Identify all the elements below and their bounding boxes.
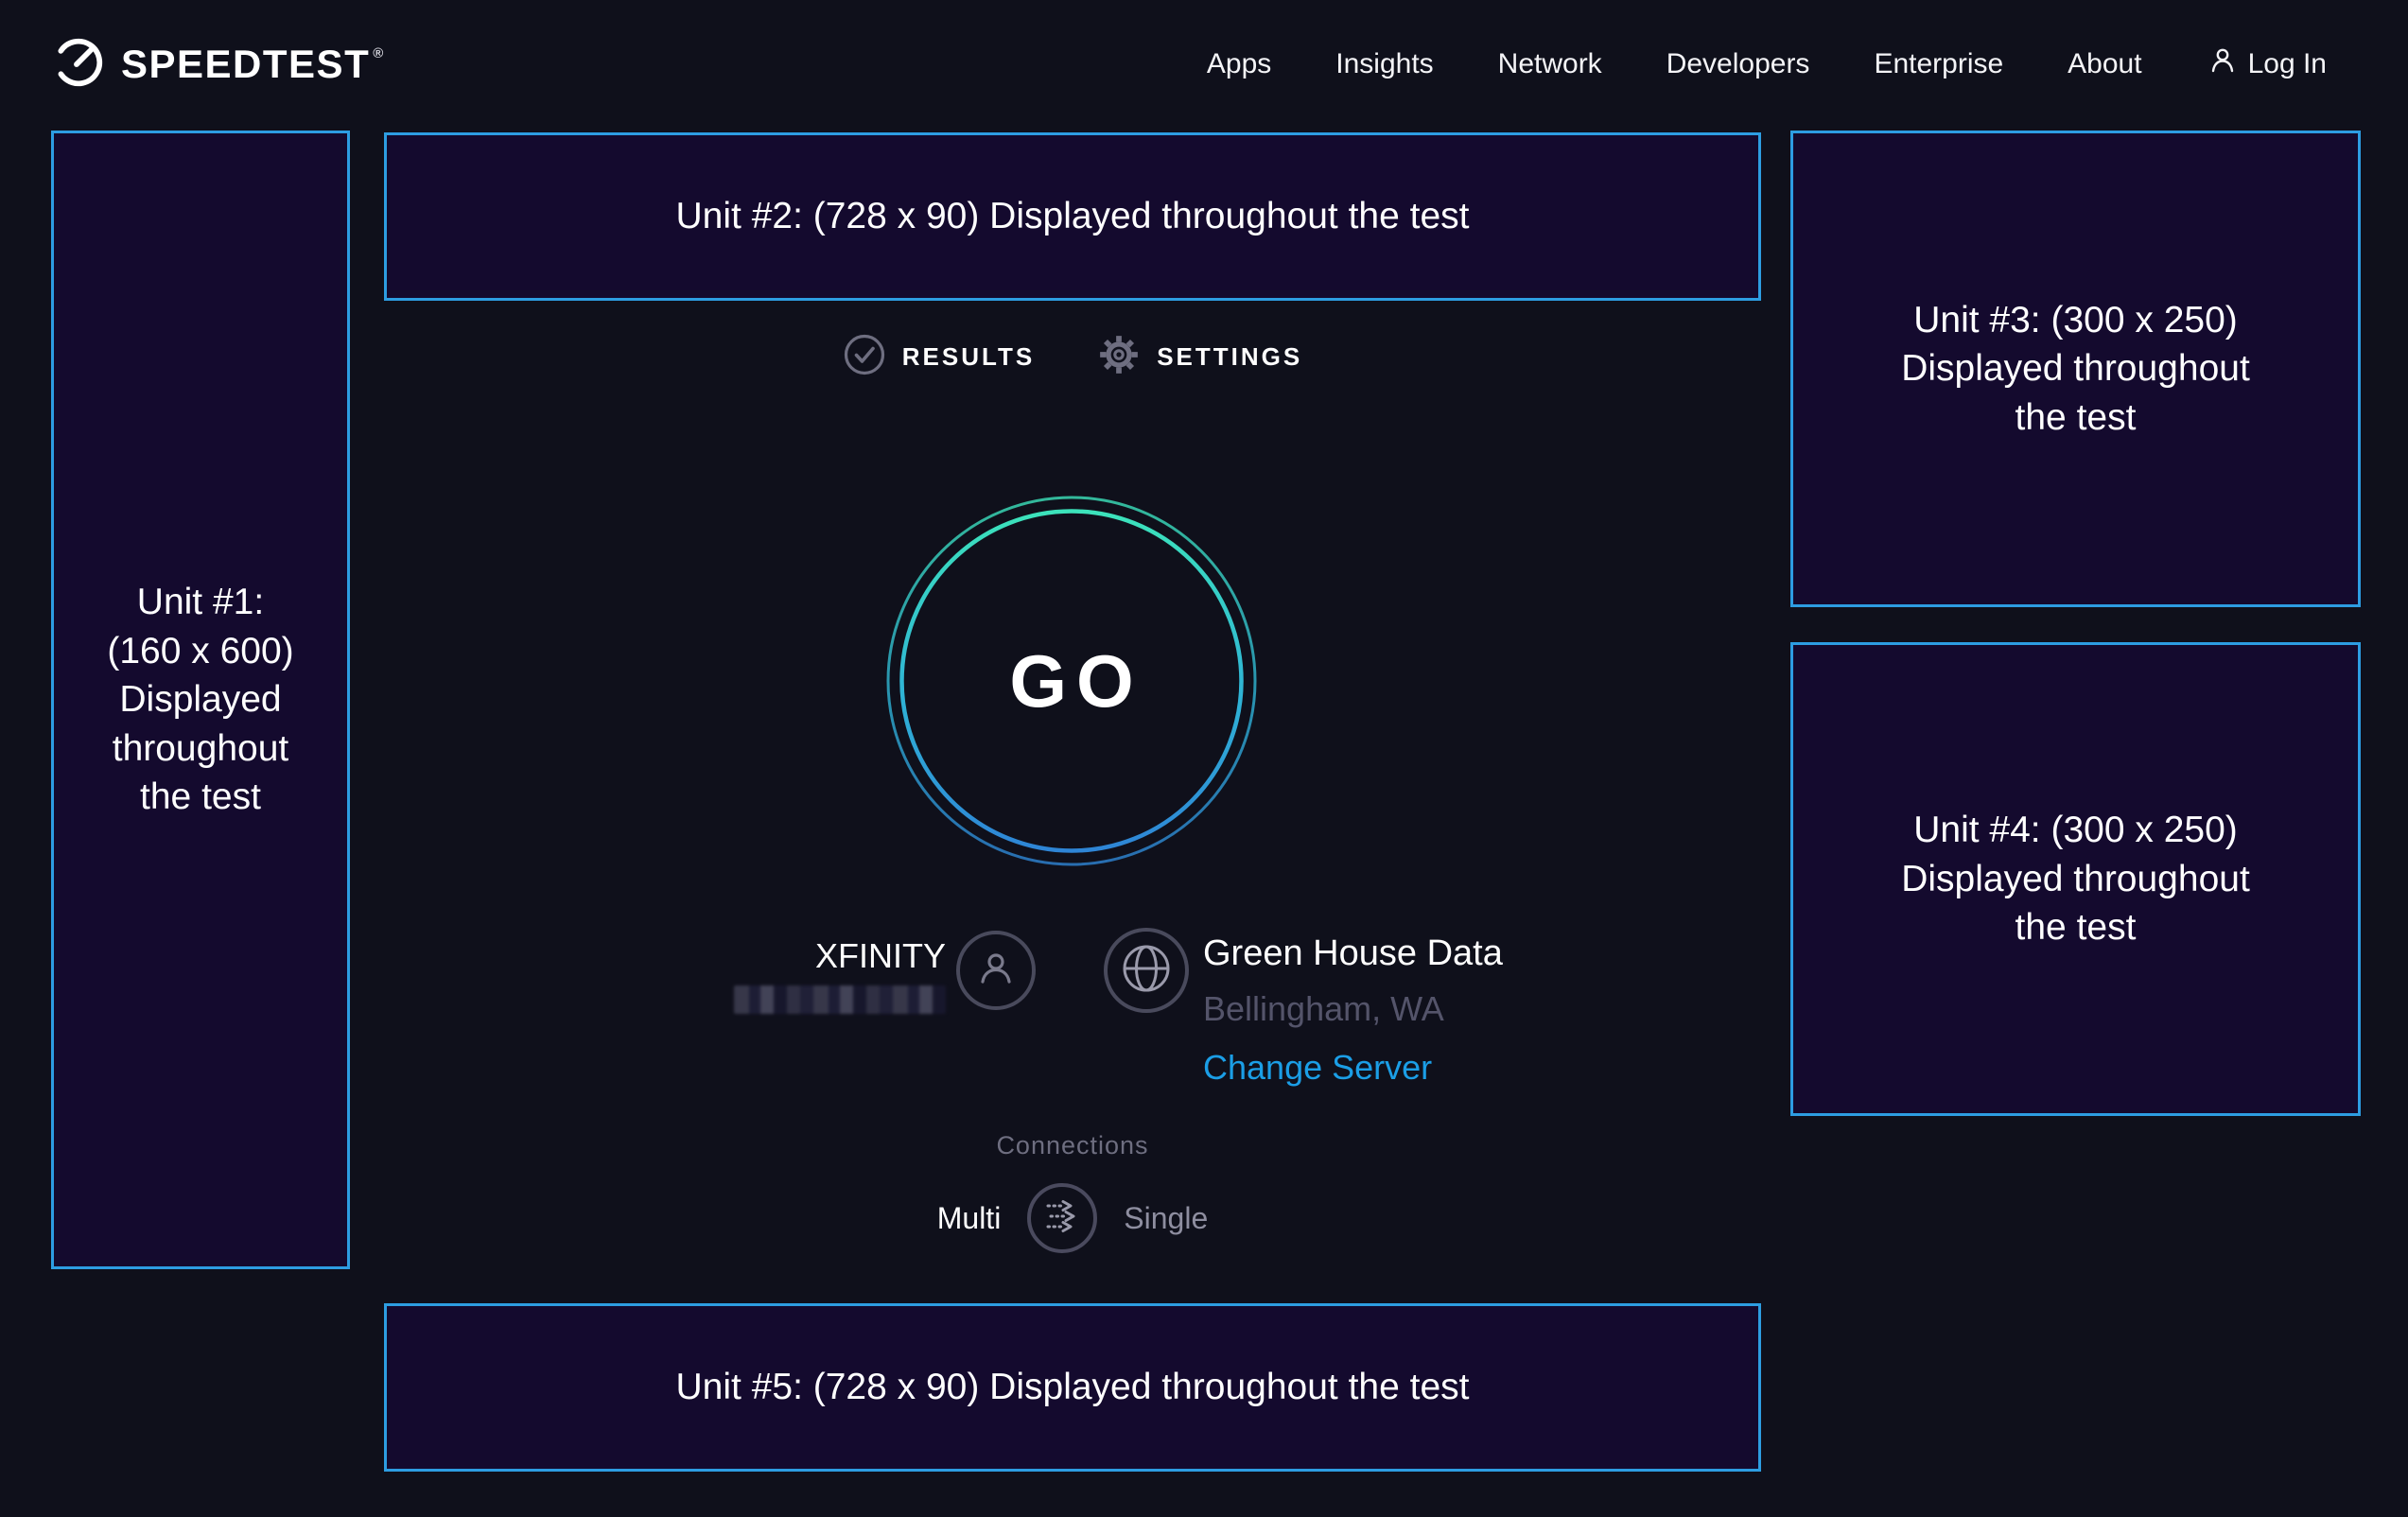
server-block: Green House Data Bellingham, WA Change S… [1203, 933, 1503, 1088]
person-icon [2207, 44, 2239, 84]
check-circle-icon [843, 333, 886, 381]
ad-unit-4[interactable]: Unit #4: (300 x 250) Displayed throughou… [1790, 642, 2361, 1116]
globe-icon [1120, 942, 1173, 1000]
connections-label: Connections [384, 1131, 1761, 1160]
nav-menu: Apps Insights Network Developers Enterpr… [1207, 44, 2327, 84]
gear-icon [1097, 333, 1141, 381]
ad-unit-2[interactable]: Unit #2: (728 x 90) Displayed throughout… [384, 132, 1761, 301]
nav-item-insights[interactable]: Insights [1335, 48, 1433, 80]
nav-item-enterprise[interactable]: Enterprise [1874, 48, 2003, 80]
ad-unit-3-text: Unit #3: (300 x 250) Displayed throughou… [1901, 296, 2250, 442]
connections-single-option[interactable]: Single [1124, 1201, 1208, 1236]
isp-user-badge[interactable] [956, 931, 1036, 1010]
login-button[interactable]: Log In [2207, 44, 2327, 84]
nav-item-apps[interactable]: Apps [1207, 48, 1271, 80]
ad-unit-5-text: Unit #5: (728 x 90) Displayed throughout… [676, 1363, 1470, 1411]
trademark-symbol: ® [373, 45, 385, 61]
connections-toggle[interactable] [1027, 1183, 1097, 1253]
ad-unit-1-text: Unit #1: (160 x 600) Displayed throughou… [107, 578, 293, 821]
nav-item-developers[interactable]: Developers [1666, 48, 1810, 80]
connections-multi-option[interactable]: Multi [937, 1201, 1002, 1236]
tab-results[interactable]: RESULTS [843, 333, 1035, 381]
tab-settings[interactable]: SETTINGS [1097, 333, 1302, 381]
ad-unit-5[interactable]: Unit #5: (728 x 90) Displayed throughout… [384, 1303, 1761, 1472]
brand-wordmark: SPEEDTEST ® [121, 42, 385, 87]
ad-unit-4-text: Unit #4: (300 x 250) Displayed throughou… [1901, 806, 2250, 951]
ip-address-redacted [734, 985, 946, 1014]
ad-unit-1[interactable]: Unit #1: (160 x 600) Displayed throughou… [51, 131, 350, 1269]
view-tabs: RESULTS [384, 333, 1761, 381]
ad-unit-3[interactable]: Unit #3: (300 x 250) Displayed throughou… [1790, 131, 2361, 607]
ad-unit-2-text: Unit #2: (728 x 90) Displayed throughout… [676, 192, 1470, 240]
top-nav: SPEEDTEST ® Apps Insights Network Develo… [0, 0, 2408, 129]
speedtest-gauge-icon [51, 35, 106, 95]
nav-item-about[interactable]: About [2068, 48, 2141, 80]
server-location: Bellingham, WA [1203, 989, 1503, 1029]
server-name: Green House Data [1203, 933, 1503, 974]
login-label: Log In [2248, 48, 2327, 80]
go-label: GO [882, 492, 1261, 870]
user-icon [972, 945, 1020, 997]
nav-item-network[interactable]: Network [1498, 48, 1602, 80]
speedtest-page: SPEEDTEST ® Apps Insights Network Develo… [0, 0, 2408, 1517]
settings-tab-label: SETTINGS [1157, 342, 1302, 372]
isp-name: XFINITY [662, 936, 946, 976]
multi-arrows-icon [1040, 1194, 1084, 1243]
isp-block: XFINITY [662, 936, 946, 1019]
change-server-link[interactable]: Change Server [1203, 1048, 1503, 1088]
go-button[interactable]: GO [882, 492, 1261, 870]
results-tab-label: RESULTS [902, 342, 1035, 372]
connections-row: Multi Single [384, 1183, 1761, 1253]
connections-section: Connections Multi Single [384, 1131, 1761, 1253]
speedtest-logo[interactable]: SPEEDTEST ® [51, 35, 385, 95]
server-globe-badge[interactable] [1104, 928, 1189, 1013]
